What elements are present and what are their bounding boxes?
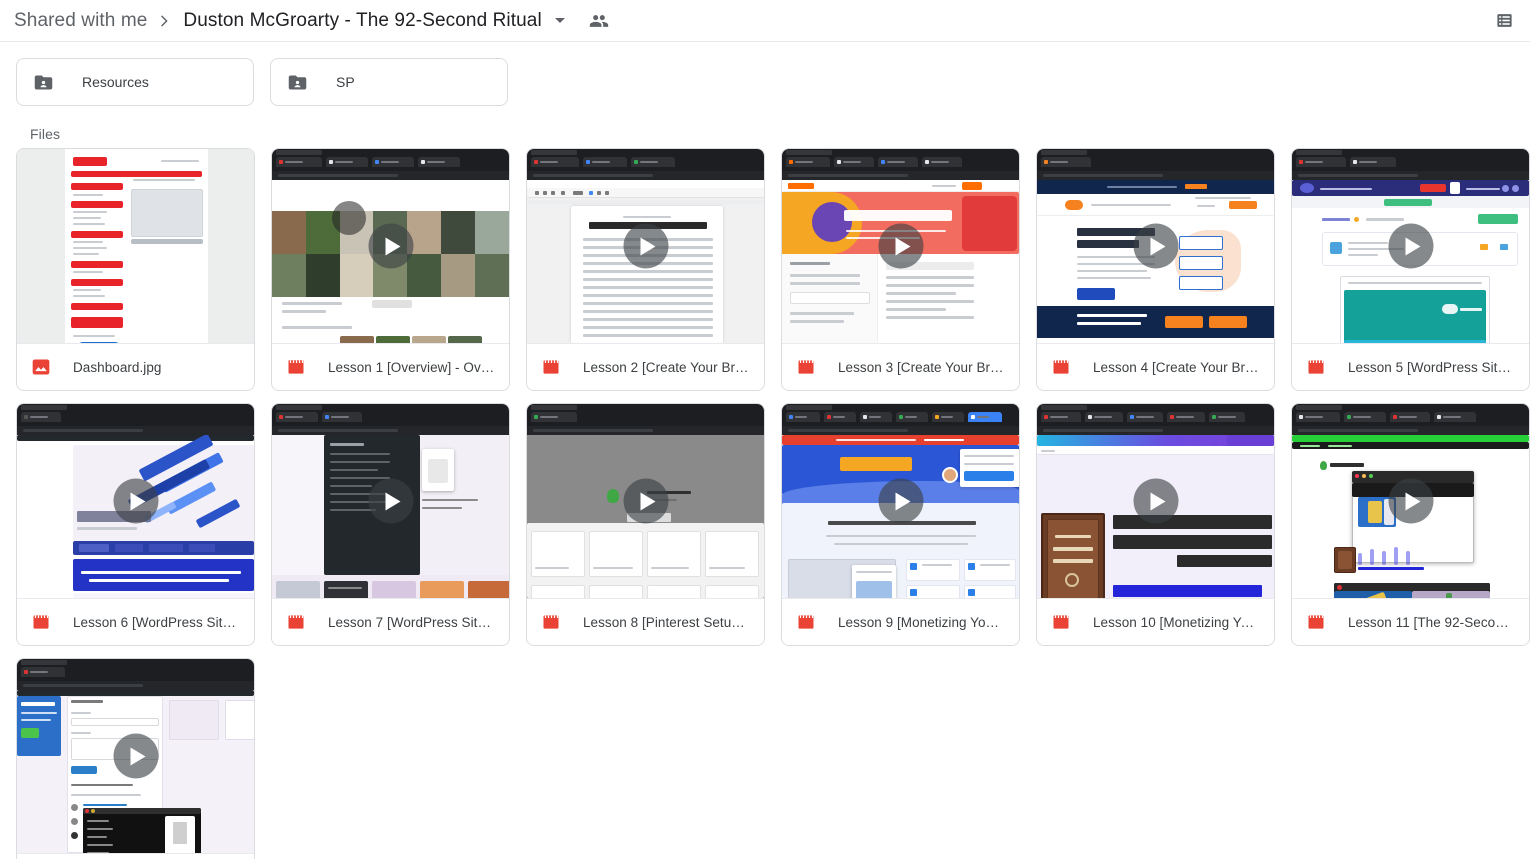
video-file-icon	[543, 360, 559, 374]
video-file-icon	[288, 615, 304, 629]
file-card-lesson-3[interactable]: Lesson 3 [Create Your Bran...	[781, 148, 1020, 391]
file-card-name: Lesson 5 [WordPress Site S...	[1348, 359, 1515, 375]
file-card-footer: Lesson 1 [Overview] - Overv...	[272, 344, 509, 390]
file-thumbnail	[272, 149, 509, 345]
play-button-overlay[interactable]	[113, 478, 158, 524]
file-card-lesson-10[interactable]: Lesson 10 [Monetizing You...	[1036, 403, 1275, 646]
chevron-right-icon	[153, 10, 175, 32]
video-file-icon	[798, 615, 814, 629]
file-thumbnail	[782, 404, 1019, 600]
play-button-overlay[interactable]	[368, 223, 413, 269]
video-file-icon	[288, 360, 304, 374]
play-button-overlay[interactable]	[623, 478, 668, 524]
file-thumbnail	[17, 149, 254, 345]
folder-chip-label: SP	[336, 74, 355, 90]
file-card-name: Lesson 10 [Monetizing You...	[1093, 614, 1260, 630]
top-app-bar: Shared with me Duston McGroarty - The 92…	[0, 0, 1530, 42]
list-view-icon[interactable]	[1490, 7, 1518, 35]
file-card-footer: Lesson 2 [Create Your Bran...	[527, 344, 764, 390]
folder-chip-row: Resources SP	[8, 42, 1522, 106]
file-card-footer: Lesson 5 [WordPress Site S...	[1292, 344, 1529, 390]
file-thumbnail	[527, 149, 764, 345]
file-card-dashboard-jpg[interactable]: Dashboard.jpg	[16, 148, 255, 391]
file-card-name: Dashboard.jpg	[73, 359, 162, 375]
file-card-name: Lesson 11 [The 92-Second ...	[1348, 614, 1515, 630]
folder-chip-label: Resources	[82, 74, 149, 90]
file-card-footer: Lesson 7 [WordPress Site S...	[272, 599, 509, 645]
file-card-lesson-11[interactable]: Lesson 11 [The 92-Second ...	[1291, 403, 1530, 646]
file-card-name: Lesson 2 [Create Your Bran...	[583, 359, 750, 375]
play-button-overlay[interactable]	[1133, 478, 1178, 524]
file-card-lesson-8[interactable]: Lesson 8 [Pinterest Setup] -...	[526, 403, 765, 646]
video-file-icon	[798, 360, 814, 374]
file-card-name: Lesson 3 [Create Your Bran...	[838, 359, 1005, 375]
video-file-icon	[33, 615, 49, 629]
file-card-name: Lesson 1 [Overview] - Overv...	[328, 359, 495, 375]
file-card-lesson-1[interactable]: Lesson 1 [Overview] - Overv...	[271, 148, 510, 391]
file-card-lesson-2[interactable]: Lesson 2 [Create Your Bran...	[526, 148, 765, 391]
breadcrumb-current-folder[interactable]: Duston McGroarty - The 92-Second Ritual	[181, 10, 541, 32]
file-thumbnail	[17, 404, 254, 600]
breadcrumb-shared-with-me[interactable]: Shared with me	[14, 10, 147, 32]
chevron-down-icon[interactable]	[554, 18, 565, 23]
file-thumbnail	[527, 404, 764, 600]
file-card-lesson-6[interactable]: Lesson 6 [WordPress Site S...	[16, 403, 255, 646]
file-thumbnail	[1292, 149, 1529, 345]
folder-chip-resources[interactable]: Resources	[16, 58, 254, 106]
file-thumbnail	[272, 404, 509, 600]
people-icon[interactable]	[589, 11, 609, 31]
play-button-overlay[interactable]	[113, 733, 158, 779]
files-section-label: Files	[30, 126, 61, 142]
files-grid: Dashboard.jpg Lesson 1 [Overview] - Over…	[8, 148, 1530, 859]
shared-folder-icon	[33, 72, 54, 93]
image-file-icon	[32, 359, 50, 375]
video-file-icon	[543, 615, 559, 629]
play-button-overlay[interactable]	[368, 478, 413, 524]
file-card-name: Lesson 7 [WordPress Site S...	[328, 614, 495, 630]
file-card-lesson-12[interactable]	[16, 658, 255, 859]
video-file-icon	[1308, 360, 1324, 374]
video-file-icon	[1053, 360, 1069, 374]
file-thumbnail	[1037, 404, 1274, 600]
file-thumbnail	[17, 659, 254, 855]
file-card-footer: Lesson 10 [Monetizing You...	[1037, 599, 1274, 645]
play-button-overlay[interactable]	[1133, 223, 1178, 269]
file-card-name: Lesson 4 [Create Your Bran...	[1093, 359, 1260, 375]
video-file-icon	[1053, 615, 1069, 629]
video-file-icon	[1308, 615, 1324, 629]
file-card-footer: Lesson 3 [Create Your Bran...	[782, 344, 1019, 390]
file-card-name: Lesson 9 [Monetizing Your ...	[838, 614, 1005, 630]
play-button-overlay[interactable]	[878, 223, 923, 269]
file-card-footer: Lesson 9 [Monetizing Your ...	[782, 599, 1019, 645]
file-card-footer: Lesson 4 [Create Your Bran...	[1037, 344, 1274, 390]
file-card-lesson-4[interactable]: Lesson 4 [Create Your Bran...	[1036, 148, 1275, 391]
play-button-overlay[interactable]	[1388, 223, 1433, 269]
file-card-footer: Lesson 6 [WordPress Site S...	[17, 599, 254, 645]
file-card-name: Lesson 8 [Pinterest Setup] -...	[583, 614, 750, 630]
play-button-overlay[interactable]	[623, 223, 668, 269]
file-thumbnail	[1292, 404, 1529, 600]
shared-folder-icon	[287, 72, 308, 93]
file-card-footer: Dashboard.jpg	[17, 344, 254, 390]
file-card-lesson-9[interactable]: Lesson 9 [Monetizing Your ...	[781, 403, 1020, 646]
file-card-name: Lesson 6 [WordPress Site S...	[73, 614, 240, 630]
file-card-lesson-7[interactable]: Lesson 7 [WordPress Site S...	[271, 403, 510, 646]
play-button-overlay[interactable]	[878, 478, 923, 524]
play-button-overlay[interactable]	[1388, 478, 1433, 524]
file-card-footer	[17, 854, 254, 859]
file-card-lesson-5[interactable]: Lesson 5 [WordPress Site S...	[1291, 148, 1530, 391]
folder-chip-sp[interactable]: SP	[270, 58, 508, 106]
file-thumbnail	[1037, 149, 1274, 345]
file-thumbnail	[782, 149, 1019, 345]
drive-content: Resources SP Files Dashboard.jpg Lesson …	[0, 42, 1530, 859]
file-card-footer: Lesson 8 [Pinterest Setup] -...	[527, 599, 764, 645]
file-card-footer: Lesson 11 [The 92-Second ...	[1292, 599, 1529, 645]
